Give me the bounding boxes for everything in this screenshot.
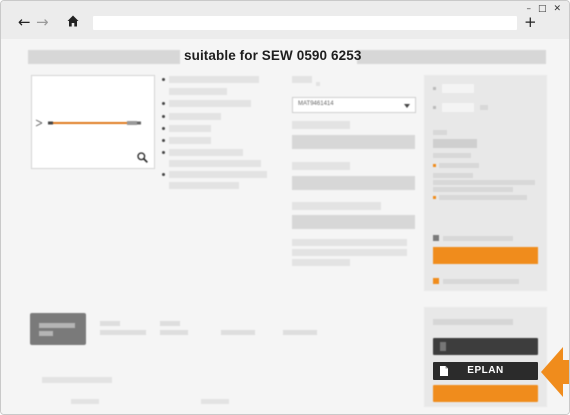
bullet-text [169,137,211,144]
price-subtext [433,153,471,158]
price-value [433,139,477,148]
material-select[interactable]: MAT9461414 [292,97,416,113]
spec-text [292,249,407,256]
download-button[interactable] [433,338,538,355]
maximize-button[interactable]: □ [538,4,547,14]
eplan-download-button[interactable]: EPLAN [433,362,538,380]
zoom-icon[interactable] [137,152,148,163]
status-dot [433,164,436,167]
page-content: MAT9461414 suitable for SEW 0590 6253 [1,39,569,414]
tab-label[interactable] [100,321,120,326]
quantity-field[interactable] [442,103,474,112]
downloads-panel [424,307,547,407]
order-panel [424,75,547,291]
section-heading [42,377,112,383]
bullet-text [169,149,243,156]
spec-label [292,162,350,170]
copy-icon[interactable] [316,82,320,86]
bullet-text [169,100,251,107]
home-icon[interactable] [67,15,79,27]
unit-text [480,105,488,110]
spec-text [292,239,407,246]
bullet-text [169,182,239,189]
tab-active[interactable] [30,313,86,345]
bullet-text [169,125,211,132]
arrow-right-icon[interactable]: → [36,14,49,30]
bullet-dot [162,151,165,154]
title-placeholder-left [28,50,180,64]
product-title: suitable for SEW 0590 6253 [184,48,362,63]
bullet-dot [162,139,165,142]
close-button[interactable]: ✕ [553,4,561,14]
eplan-label: EPLAN [467,365,504,376]
downloads-heading [433,319,513,325]
bullet-dot [162,173,165,176]
spec-label [292,121,350,129]
tab-label[interactable] [100,330,146,335]
bullet-dot [162,78,165,81]
detail-text [71,399,99,404]
spec-value [292,176,415,190]
chevron-down-icon [404,104,410,108]
status-text [433,187,513,192]
radio-dot[interactable] [433,87,436,90]
tab-label[interactable] [221,330,255,335]
status-text [433,180,535,185]
bullet-dot [162,115,165,118]
bullet-text [169,88,227,95]
bullet-text [169,171,267,178]
detail-text [201,399,229,404]
material-select-value: MAT9461414 [298,101,334,107]
radio-dot[interactable] [433,106,436,109]
address-bar[interactable] [93,16,517,30]
tab-label[interactable] [283,330,317,335]
price-label [433,130,447,135]
bullet-dot [162,102,165,105]
checkbox-label [443,236,513,241]
title-placeholder-right [357,50,546,64]
download-button-orange[interactable] [433,385,538,402]
tab-label[interactable] [160,321,180,326]
variant-label [292,76,312,83]
pointer-arrow-icon [541,347,569,397]
tab-label[interactable] [160,330,188,335]
status-text [433,173,473,178]
spec-label [292,202,381,210]
browser-window: – □ ✕ ← → + MAT9461414 suitable for SEW … [0,0,570,415]
product-image[interactable] [31,75,155,169]
bullet-text [169,113,221,120]
checkbox[interactable] [433,235,439,241]
arrow-left-icon[interactable]: ← [18,14,31,30]
spec-text [292,259,350,266]
status-text [439,163,479,168]
status-text [439,195,527,200]
status-dot [433,196,436,199]
checkbox[interactable] [433,278,439,284]
spec-value [292,135,415,149]
checkbox-label [443,279,519,284]
bullet-text [169,160,261,167]
browser-toolbar: – □ ✕ ← → + [1,1,569,39]
bullet-dot [162,127,165,130]
bullet-text [169,76,259,83]
spec-value [292,215,415,229]
blurred-product-page: MAT9461414 [1,39,569,414]
plus-icon[interactable]: + [524,14,537,30]
add-to-cart-button[interactable] [433,247,538,264]
quantity-field[interactable] [442,84,474,93]
